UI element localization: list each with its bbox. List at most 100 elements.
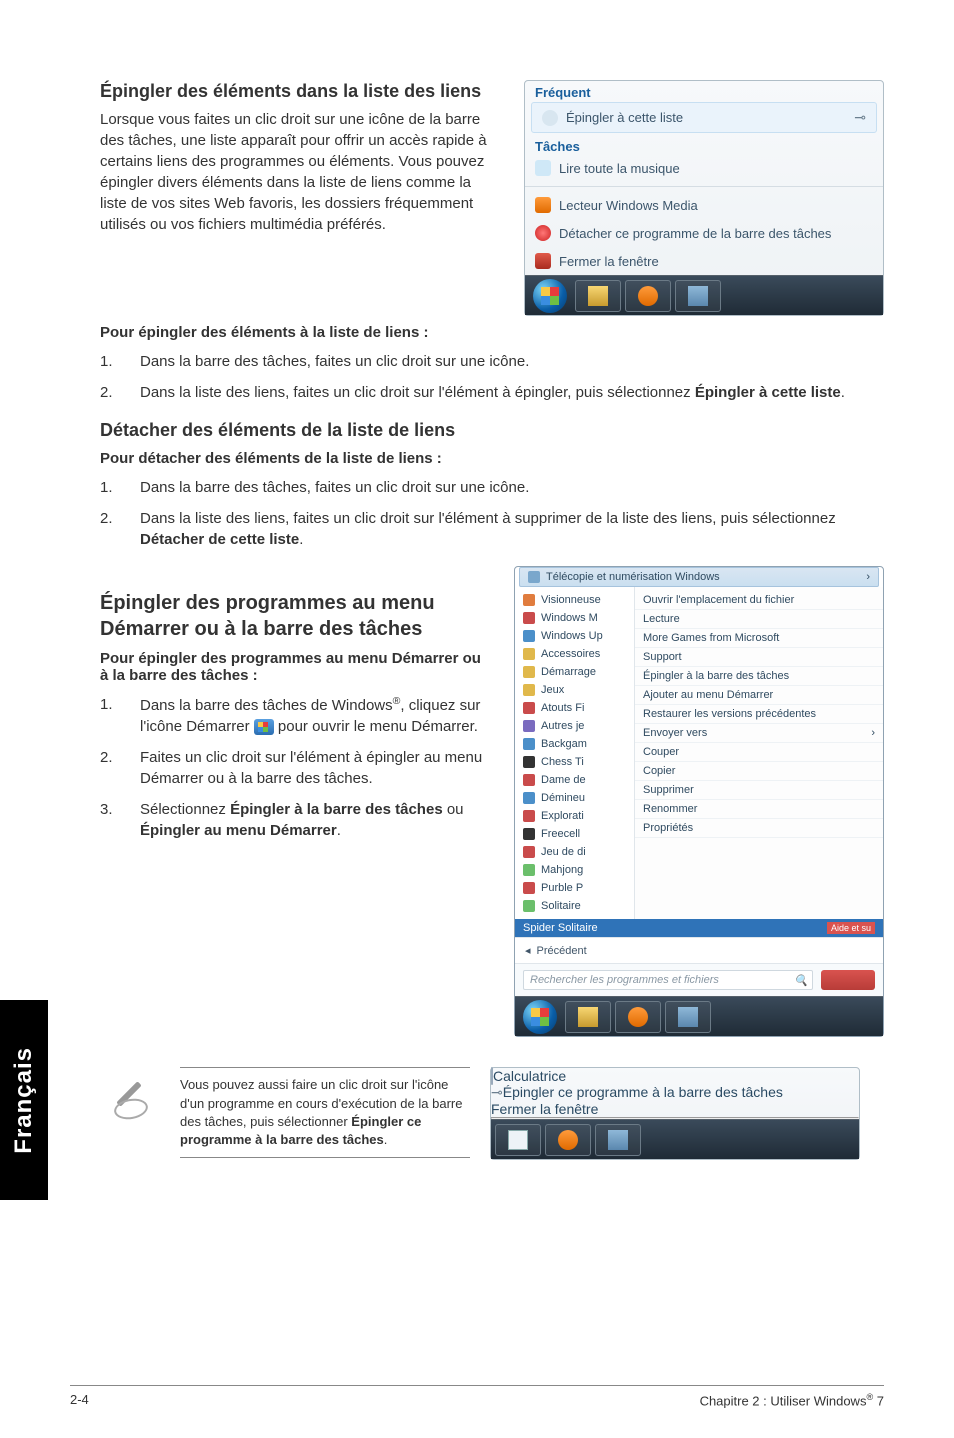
start-menu-program-item[interactable]: Démarrage — [515, 663, 634, 681]
jumplist-play-row[interactable]: Lire toute la musique — [525, 154, 883, 182]
jumplist-frequent-header: Fréquent — [525, 81, 883, 100]
media-player-icon — [535, 197, 551, 213]
taskbar-button-app[interactable] — [675, 280, 721, 312]
start-menu-program-item[interactable]: Démineu — [515, 789, 634, 807]
chevron-right-icon: › — [866, 571, 870, 583]
calc-close-row[interactable]: Fermer la fenêtre — [491, 1101, 859, 1117]
back-arrow-icon: ◂ — [525, 944, 531, 957]
context-menu-item[interactable]: Restaurer les versions précédentes — [635, 705, 883, 724]
section1-subtitle: Pour épingler des éléments à la liste de… — [100, 324, 884, 341]
start-orb[interactable] — [523, 1000, 557, 1034]
shutdown-button[interactable] — [821, 970, 875, 990]
start-menu-program-item[interactable]: Dame de — [515, 771, 634, 789]
taskbar-button-media[interactable] — [615, 1001, 661, 1033]
jumplist-pin-label: Épingler à cette liste — [566, 110, 683, 125]
start-menu-program-item[interactable]: Backgam — [515, 735, 634, 753]
search-icon: 🔍 — [794, 974, 808, 987]
taskbar-button-explorer[interactable] — [565, 1001, 611, 1033]
context-menu-item[interactable]: More Games from Microsoft — [635, 629, 883, 648]
chapter-label: Chapitre 2 : Utiliser Windows® 7 — [700, 1392, 884, 1408]
program-icon — [523, 882, 535, 894]
calc-app-row[interactable]: Calculatrice — [491, 1068, 859, 1084]
context-menu-item[interactable]: Couper — [635, 743, 883, 762]
jumplist-pin-row[interactable]: Épingler à cette liste ⊸ — [531, 102, 877, 133]
start-menu-program-item[interactable]: Mahjong — [515, 861, 634, 879]
step-number: 2. — [100, 382, 140, 403]
help-tag: Aide et su — [827, 922, 875, 934]
taskbar-button-app[interactable] — [595, 1124, 641, 1156]
step-number: 1. — [100, 351, 140, 372]
taskbar-button-calc[interactable] — [495, 1124, 541, 1156]
start-menu-program-item[interactable]: Windows Up — [515, 627, 634, 645]
program-icon — [523, 702, 535, 714]
start-menu-highlight-row[interactable]: Spider Solitaire Aide et su — [515, 919, 883, 937]
context-menu-item[interactable]: Support — [635, 648, 883, 667]
start-menu-header[interactable]: Télécopie et numérisation Windows › — [519, 567, 879, 587]
taskbar-mock-3 — [491, 1119, 859, 1159]
section2-steps: 1.Dans la barre des tâches, faites un cl… — [100, 477, 884, 550]
start-menu-search-input[interactable]: Rechercher les programmes et fichiers🔍 — [523, 970, 813, 990]
start-menu-program-item[interactable]: Windows M — [515, 609, 634, 627]
start-menu-program-item[interactable]: Explorati — [515, 807, 634, 825]
taskbar-mock — [525, 275, 883, 315]
context-menu-item[interactable]: Ouvrir l'emplacement du fichier — [635, 591, 883, 610]
divider — [525, 186, 883, 187]
start-button-inline-icon — [254, 719, 274, 735]
start-menu-program-item[interactable]: Chess Ti — [515, 753, 634, 771]
section2-subtitle: Pour détacher des éléments de la liste d… — [100, 450, 884, 467]
context-menu-item[interactable]: Épingler à la barre des tâches — [635, 667, 883, 686]
context-menu-item[interactable]: Envoyer vers› — [635, 724, 883, 743]
context-menu-item[interactable]: Lecture — [635, 610, 883, 629]
page-number: 2-4 — [70, 1392, 89, 1408]
taskbar-button-explorer[interactable] — [575, 280, 621, 312]
taskbar-button-media[interactable] — [625, 280, 671, 312]
fax-icon — [528, 571, 540, 583]
taskbar-mock-2 — [515, 996, 883, 1036]
start-menu-program-item[interactable]: Autres je — [515, 717, 634, 735]
start-menu-context-submenu: Ouvrir l'emplacement du fichierLectureMo… — [635, 587, 883, 919]
taskbar-button-media[interactable] — [545, 1124, 591, 1156]
start-menu-back-row[interactable]: ◂ Précédent — [515, 937, 883, 963]
pin-target-icon — [542, 110, 558, 126]
program-icon — [523, 684, 535, 696]
start-menu-left-column: VisionneuseWindows MWindows UpAccessoire… — [515, 587, 635, 919]
start-menu-program-item[interactable]: Jeux — [515, 681, 634, 699]
pin-icon[interactable]: ⊸ — [854, 109, 866, 126]
context-menu-item[interactable]: Copier — [635, 762, 883, 781]
program-icon — [523, 846, 535, 858]
start-menu-program-item[interactable]: Visionneuse — [515, 591, 634, 609]
context-menu-item[interactable]: Renommer — [635, 800, 883, 819]
section1-title: Épingler des éléments dans la liste des … — [100, 80, 494, 103]
calc-pin-row[interactable]: ⊸Épingler ce programme à la barre des tâ… — [491, 1084, 859, 1101]
step-number: 1. — [100, 477, 140, 498]
taskbar-button-app[interactable] — [665, 1001, 711, 1033]
pin-icon: ⊸ — [491, 1084, 503, 1100]
start-menu-program-item[interactable]: Freecell — [515, 825, 634, 843]
step-text: Sélectionnez Épingler à la barre des tâc… — [140, 799, 484, 841]
chevron-right-icon: › — [871, 727, 875, 739]
context-menu-item[interactable]: Propriétés — [635, 819, 883, 838]
start-menu-program-item[interactable]: Purble P — [515, 879, 634, 897]
step-text: Dans la barre des tâches, faites un clic… — [140, 477, 884, 498]
play-icon — [535, 160, 551, 176]
start-menu-program-item[interactable]: Accessoires — [515, 645, 634, 663]
step-text: Dans la barre des tâches, faites un clic… — [140, 351, 884, 372]
step-number: 3. — [100, 799, 140, 841]
start-orb[interactable] — [533, 279, 567, 313]
jumplist-app-row[interactable]: Lecteur Windows Media — [525, 191, 883, 219]
step-text: Faites un clic droit sur l'élément à épi… — [140, 747, 484, 789]
section1-paragraph: Lorsque vous faites un clic droit sur un… — [100, 109, 494, 235]
step-text: Dans la barre des tâches de Windows®, cl… — [140, 694, 484, 737]
context-menu-item[interactable]: Ajouter au menu Démarrer — [635, 686, 883, 705]
step-number: 2. — [100, 508, 140, 550]
context-menu-item[interactable]: Supprimer — [635, 781, 883, 800]
start-menu-program-item[interactable]: Solitaire — [515, 897, 634, 915]
program-icon — [523, 792, 535, 804]
jumplist-close-row[interactable]: Fermer la fenêtre — [525, 247, 883, 275]
jumplist-unpin-row[interactable]: Détacher ce programme de la barre des tâ… — [525, 219, 883, 247]
start-menu-program-item[interactable]: Atouts Fi — [515, 699, 634, 717]
program-icon — [523, 630, 535, 642]
program-icon — [523, 648, 535, 660]
start-menu-program-item[interactable]: Jeu de di — [515, 843, 634, 861]
start-menu-search-row: Rechercher les programmes et fichiers🔍 — [515, 963, 883, 996]
